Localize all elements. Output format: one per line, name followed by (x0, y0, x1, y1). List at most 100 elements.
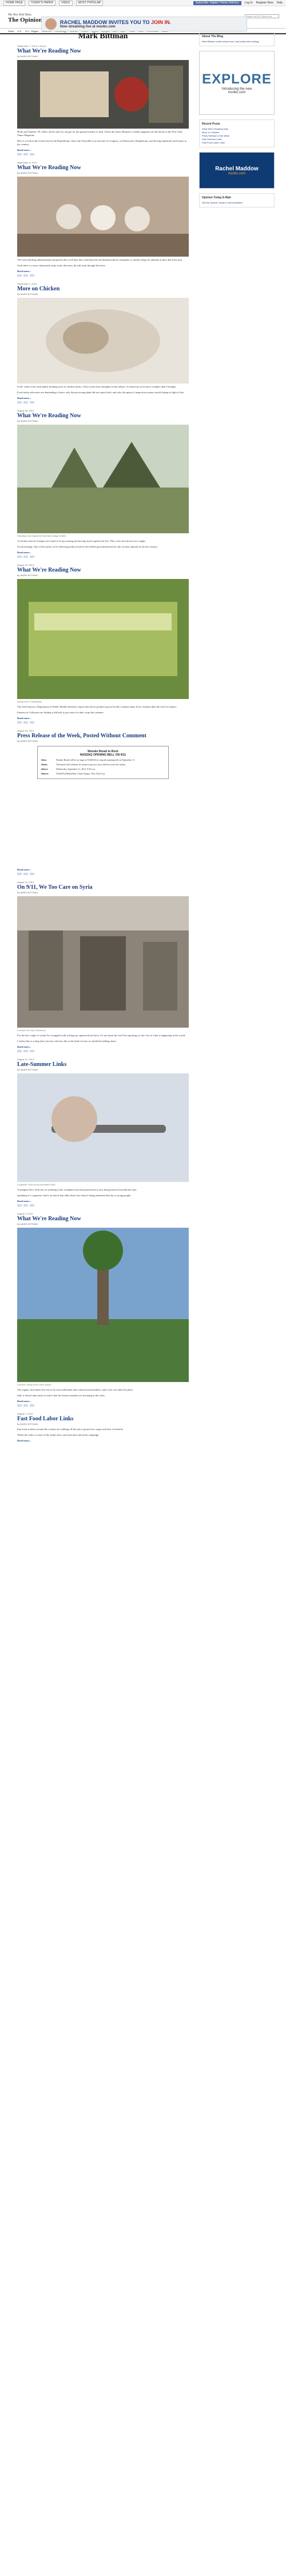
share-icon[interactable] (23, 873, 28, 875)
video-link[interactable]: VIDEO (58, 0, 73, 6)
post-title[interactable]: What We're Reading Now (17, 1216, 189, 1222)
share-icon[interactable] (30, 556, 34, 558)
subscribe-button[interactable]: Subscribe: Digital / Home Delivery (193, 1, 241, 5)
share-buttons (17, 1050, 189, 1052)
share-icon[interactable] (30, 1204, 34, 1207)
read-more-link[interactable]: Read more... (17, 551, 189, 554)
share-buttons (17, 1204, 189, 1207)
post-title[interactable]: More on Chicken (17, 286, 189, 292)
share-icon[interactable] (23, 556, 28, 558)
share-icon[interactable] (30, 274, 34, 277)
msnbc-ad[interactable]: Rachel Maddow msnbc.com (199, 152, 275, 189)
most-popular-link[interactable]: MOST POPULAR (76, 0, 104, 6)
post-title[interactable]: Late-Summer Links (17, 1061, 189, 1068)
share-icon[interactable] (30, 1404, 34, 1407)
share-icon[interactable] (30, 721, 34, 724)
read-more-link[interactable]: Read more... (17, 868, 189, 871)
photo-caption: A crowd in the city of Damascus. (17, 1029, 46, 1032)
post-title[interactable]: Press Release of the Week, Posted Withou… (17, 733, 189, 739)
photo-caption: E-cigarette. Photo by the Associated Pre… (17, 1184, 56, 1186)
share-icon[interactable] (23, 721, 28, 724)
read-more-link[interactable]: Read more... (17, 149, 189, 151)
blog-author-title: Mark Bittman (78, 32, 128, 41)
post-title[interactable]: What We're Reading Now (17, 413, 189, 419)
press-release-row: Where: NASDAQ MarketSite, Times Square, N… (41, 772, 106, 775)
post-title[interactable]: What We're Reading Now (17, 165, 189, 171)
share-icon[interactable] (17, 401, 22, 404)
share-icon[interactable] (17, 556, 22, 558)
read-more-link[interactable]: Read more... (17, 1045, 189, 1048)
post-paragraph: I realize this is a long shot, but stay … (17, 1040, 117, 1043)
maddow-photo (45, 18, 57, 30)
photo-caption: Muscat fresh in Bangladesh. (17, 701, 43, 703)
search-input[interactable]: Search All NYTimes.com (245, 14, 279, 18)
share-icon[interactable] (23, 401, 28, 404)
post-photo[interactable] (17, 425, 189, 533)
post-title[interactable]: What We're Reading Now (17, 48, 189, 54)
banner-subtext: Now streaming live at msnbc.com (60, 25, 116, 29)
post-byline: By MARK BITTMAN (17, 55, 38, 58)
post-byline: By MARK BITTMAN (17, 740, 38, 742)
share-icon[interactable] (23, 1204, 28, 1207)
share-icon[interactable] (23, 1404, 28, 1407)
post-byline: By MARK BITTMAN (17, 1423, 38, 1425)
share-icon[interactable] (30, 873, 34, 875)
share-icon[interactable] (17, 721, 22, 724)
login-link[interactable]: Log In (245, 1, 253, 5)
share-icon[interactable] (30, 153, 34, 155)
share-buttons (17, 721, 189, 724)
explore-ad[interactable]: EXPLORE Introducing the new msnbc.com (199, 51, 275, 115)
share-icon[interactable] (30, 1050, 34, 1052)
sidebar: About The Blog Mark Bittman writes about… (199, 32, 275, 212)
post-title[interactable]: Fast Food Labor Links (17, 1416, 189, 1422)
share-icon[interactable] (17, 1050, 22, 1052)
read-more-link[interactable]: Read more... (17, 397, 189, 400)
share-buttons (17, 873, 189, 875)
share-icon[interactable] (17, 274, 22, 277)
register-link[interactable]: Register Now (256, 1, 273, 5)
share-icon[interactable] (17, 153, 22, 155)
post-photo[interactable] (17, 896, 189, 1028)
post-date: August 16, 2013 (17, 881, 34, 884)
post-paragraph: Still, it doesn't take much to notice th… (17, 1394, 105, 1397)
share-icon[interactable] (23, 1050, 28, 1052)
post-photo[interactable] (17, 177, 189, 257)
blog-post: August 23, 2013 Press Release of the Wee… (17, 729, 189, 875)
share-icon[interactable] (23, 153, 28, 155)
share-icon[interactable] (23, 274, 28, 277)
post-paragraph: The San Francisco Department of Public H… (17, 705, 177, 708)
nav-item[interactable]: World (8, 30, 14, 33)
blog-post: August 30, 2013 What We're Reading Now B… (17, 409, 189, 558)
post-paragraph: Speaking of e-cigarettes, here's an arti… (17, 1194, 132, 1197)
ad2-url: msnbc.com (228, 171, 246, 175)
read-more-link[interactable]: Read more... (17, 717, 189, 720)
post-paragraph: A chicken farm in Georgia was found to b… (17, 540, 146, 542)
post-title[interactable]: On 9/11, We Too Care on Syria (17, 884, 189, 890)
read-more-link[interactable]: Read more... (17, 1200, 189, 1203)
share-icon[interactable] (17, 1204, 22, 1207)
post-date: September 5, 2013 (17, 161, 37, 164)
post-title[interactable]: What We're Reading Now (17, 567, 189, 573)
post-photo[interactable] (17, 579, 189, 699)
masthead: The New York Times The Opinion Pages Sea… (0, 6, 286, 31)
read-more-link[interactable]: Read more... (17, 270, 189, 273)
photo-caption: A farmers' market at the Union Square. (17, 1384, 52, 1386)
banner-ad[interactable]: RACHEL MADDOW INVITES YOU TO JOIN IN. No… (41, 17, 247, 31)
share-icon[interactable] (17, 873, 22, 875)
post-photo[interactable] (17, 60, 189, 129)
read-more-link[interactable]: Read more... (17, 1439, 189, 1442)
todays-paper-link[interactable]: TODAY'S PAPER (28, 0, 55, 6)
post-paragraph: In the wake of the semi-public hunting t… (17, 385, 177, 388)
post-photo[interactable] (17, 1073, 189, 1182)
share-icon[interactable] (17, 1404, 22, 1407)
post-photo[interactable] (17, 1228, 189, 1382)
help-link[interactable]: Help (277, 1, 283, 5)
post-photo[interactable] (17, 298, 189, 384)
share-icon[interactable] (30, 401, 34, 404)
recent-post-link[interactable]: Fast Food Labor Links (202, 141, 272, 145)
banner-headline: RACHEL MADDOW INVITES YOU TO JOIN IN. (60, 19, 172, 25)
post-paragraph: The food and drug administration propose… (17, 258, 183, 261)
home-link[interactable]: HOME PAGE (3, 0, 25, 6)
read-more-link[interactable]: Read more... (17, 1400, 189, 1403)
press-release-row: When: Wednesday, September 11, 2013, 9:30… (41, 768, 96, 770)
